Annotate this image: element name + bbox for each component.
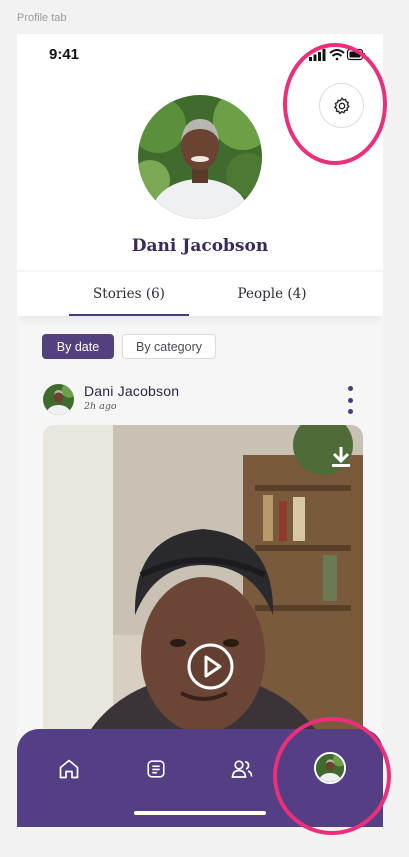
more-dot-icon — [347, 397, 353, 403]
frame-label: Profile tab — [17, 12, 67, 24]
story-timestamp: 2h ago — [84, 401, 117, 412]
home-indicator — [134, 811, 266, 815]
story-author-name[interactable]: Dani Jacobson — [84, 383, 179, 399]
tab-selected-underline — [69, 314, 189, 316]
more-dot-icon — [347, 409, 353, 414]
phone-screen: 9:41 Dani Jacobson Stories (6) People (4… — [17, 34, 383, 827]
more-dot-icon — [347, 386, 353, 391]
profile-tabs: Stories (6) People (4) — [17, 272, 383, 316]
gear-icon — [333, 96, 349, 114]
profile-header: 9:41 Dani Jacobson — [17, 34, 383, 270]
people-icon — [231, 760, 253, 778]
stories-icon — [147, 760, 165, 778]
nav-stories[interactable] — [142, 755, 170, 783]
wifi-icon — [329, 49, 345, 61]
status-bar: 9:41 — [17, 34, 383, 74]
bottom-navigation — [17, 729, 383, 827]
story-video-thumbnail[interactable] — [43, 425, 363, 765]
status-icons — [309, 48, 365, 61]
profile-avatar-large[interactable] — [138, 95, 262, 219]
home-icon — [59, 759, 79, 779]
signal-icon — [309, 49, 326, 61]
download-icon[interactable] — [330, 445, 352, 469]
profile-name: Dani Jacobson — [131, 236, 269, 256]
filter-by-date-button[interactable]: By date — [42, 334, 114, 359]
nav-home[interactable] — [55, 755, 83, 783]
tab-stories[interactable]: Stories (6) — [69, 272, 189, 316]
nav-profile-avatar[interactable] — [314, 752, 346, 784]
tab-people[interactable]: People (4) — [212, 272, 332, 316]
story-more-button[interactable] — [342, 386, 358, 414]
settings-button[interactable] — [319, 83, 364, 128]
battery-icon — [346, 48, 365, 61]
filter-by-category-button[interactable]: By category — [122, 334, 216, 359]
play-icon[interactable] — [187, 643, 234, 690]
nav-people[interactable] — [228, 755, 256, 783]
status-time: 9:41 — [49, 46, 80, 63]
story-author-avatar[interactable] — [43, 384, 74, 415]
